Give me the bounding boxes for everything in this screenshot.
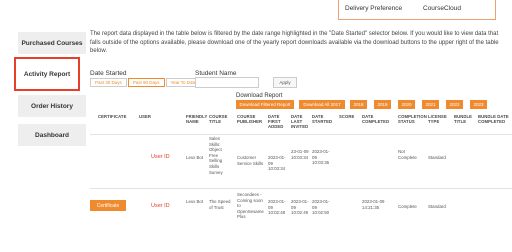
date-started-label: Date Started <box>90 70 127 77</box>
table-row-divider <box>90 188 512 189</box>
download-2022-button[interactable]: 2022 <box>446 100 463 109</box>
date-last-invited-cell: 23-01-09 10:03:34 <box>291 149 309 160</box>
column-header-date-last-invited: DATE LAST INVITED <box>291 114 309 130</box>
course-title-cell: Sales Skills: Object Free Selling Skills… <box>209 136 223 175</box>
date-option-past-90-days[interactable]: Past 90 Days <box>127 78 165 87</box>
delivery-preference-box: Delivery Preference CourseCloud <box>338 0 496 20</box>
course-publisher-cell: Customer Service Skills <box>237 155 264 166</box>
date-first-added-cell: 2023-01-09 10:03:34 <box>268 155 286 172</box>
download-2017-button[interactable]: Download All 2017 <box>299 100 345 109</box>
download-2020-button[interactable]: 2020 <box>398 100 415 109</box>
user-id-link[interactable]: User ID <box>151 203 170 210</box>
completion-status-cell: Complete <box>398 204 417 209</box>
column-header-user: USER <box>139 114 152 119</box>
column-header-date-started: DATE STARTED <box>312 114 333 125</box>
date-started-selector: Past 30 Days Past 90 Days Year To Date <box>90 78 202 87</box>
user-id-link[interactable]: User ID <box>151 154 170 161</box>
date-option-past-30-days[interactable]: Past 30 Days <box>90 78 127 87</box>
sidebar-item-order-history[interactable]: Order History <box>18 95 86 117</box>
column-header-course-title: COURSE TITLE <box>209 114 228 125</box>
completion-status-cell: Not Complete <box>398 149 417 160</box>
download-2018-button[interactable]: 2018 <box>350 100 367 109</box>
date-first-added-cell: 2023-01-09 10:02:48 <box>268 199 286 216</box>
sidebar-item-label: Purchased Courses <box>21 39 83 47</box>
student-name-input[interactable] <box>195 77 259 88</box>
column-header-course-publisher: COURSE PUBLISHER <box>237 114 263 125</box>
column-header-certificate: CERTIFICATE <box>98 114 127 119</box>
sidebar-item-activity-report[interactable]: Activity Report <box>14 57 80 91</box>
column-header-bundle-title: BUNDLE TITLE <box>454 114 473 125</box>
column-header-bundle-date-completed: BUNDLE DATE COMPLETED <box>478 114 509 125</box>
intro-text: The report data displayed in the table b… <box>90 31 499 54</box>
download-filtered-report-button[interactable]: Download Filtered Report <box>236 100 294 109</box>
date-started-cell: 2023-01-09 10:03:36 <box>312 149 330 166</box>
delivery-preference-label: Delivery Preference <box>345 5 403 12</box>
date-started-cell: 2023-01-09 10:02:50 <box>312 199 330 216</box>
sidebar-item-dashboard[interactable]: Dashboard <box>18 124 86 146</box>
license-type-cell: Standard <box>428 204 446 209</box>
date-completed-cell: 2023-01-09 14:21:35 <box>362 199 385 210</box>
column-header-score: SCORE <box>339 114 355 119</box>
delivery-preference-value: CourseCloud <box>423 5 461 12</box>
certificate-button[interactable]: Certificate <box>90 200 126 211</box>
sidebar-item-label: Dashboard <box>35 131 69 139</box>
sidebar-item-label: Order History <box>31 102 73 110</box>
friendly-name-cell: Lexx Bot <box>186 155 204 160</box>
sidebar-item-purchased-courses[interactable]: Purchased Courses <box>18 32 86 54</box>
column-header-completion-status: COMPLETION STATUS <box>398 114 427 125</box>
download-report-label: Download Report <box>236 93 283 99</box>
download-2019-button[interactable]: 2019 <box>374 100 391 109</box>
column-header-date-first-added: DATE FIRST ADDED <box>268 114 284 130</box>
course-title-cell: The Speed of Trust <box>209 199 231 210</box>
download-2021-button[interactable]: 2021 <box>422 100 439 109</box>
download-2023-button[interactable]: 2023 <box>470 100 487 109</box>
sidebar-item-label: Activity Report <box>23 70 71 78</box>
table-header-divider <box>90 134 512 135</box>
student-name-label: Student Name <box>195 70 237 77</box>
apply-button[interactable]: Apply <box>273 77 297 88</box>
column-header-date-completed: DATE COMPLETED <box>362 114 390 125</box>
license-type-cell: Standard <box>428 155 446 160</box>
course-publisher-cell: Secondees - Coming soon to OpenSesame Pl… <box>237 192 264 220</box>
friendly-name-cell: Lexx Bot <box>186 199 204 204</box>
column-header-license-type: LICENSE TYPE <box>428 114 447 125</box>
date-last-invited-cell: 2023-01-09 10:02:49 <box>291 199 309 216</box>
column-header-friendly-name: FRIENDLY NAME <box>186 114 208 125</box>
